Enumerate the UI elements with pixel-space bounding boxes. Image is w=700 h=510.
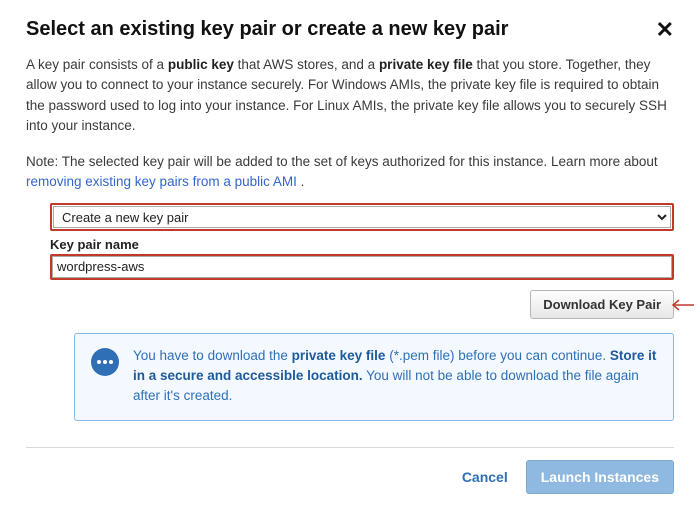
- keypair-action-select[interactable]: Create a new key pair: [53, 206, 671, 228]
- desc-part: A key pair consists of a: [26, 57, 168, 72]
- remove-keypairs-link[interactable]: removing existing key pairs from a publi…: [26, 174, 297, 189]
- keypair-modal: Select an existing key pair or create a …: [0, 0, 700, 510]
- select-highlight-annot: Create a new key pair: [50, 203, 674, 231]
- keypair-name-input[interactable]: [52, 256, 672, 278]
- modal-header: Select an existing key pair or create a …: [26, 18, 674, 41]
- modal-footer: Cancel Launch Instances: [26, 460, 674, 494]
- cancel-button[interactable]: Cancel: [462, 469, 508, 485]
- desc-part: that AWS stores, and a: [234, 57, 379, 72]
- info-box: You have to download the private key fil…: [74, 333, 674, 422]
- keypair-name-label: Key pair name: [50, 237, 674, 252]
- desc-bold-private-key-file: private key file: [379, 57, 473, 72]
- info-text: You have to download the private key fil…: [133, 346, 659, 407]
- info-icon: [91, 348, 119, 376]
- download-row: Download Key Pair: [50, 290, 674, 319]
- download-keypair-button[interactable]: Download Key Pair: [530, 290, 674, 319]
- note-part: Note: The selected key pair will be adde…: [26, 154, 658, 169]
- note-period: .: [297, 174, 305, 189]
- description-text: A key pair consists of a public key that…: [26, 55, 674, 136]
- keypair-fields: Create a new key pair Key pair name Down…: [50, 203, 674, 422]
- info-part: (*.pem file) before you can continue.: [385, 348, 609, 363]
- info-bold-private-key-file: private key file: [292, 348, 386, 363]
- launch-instances-button[interactable]: Launch Instances: [526, 460, 674, 494]
- note-text: Note: The selected key pair will be adde…: [26, 152, 674, 193]
- close-icon[interactable]: ✕: [656, 19, 674, 41]
- separator: [26, 447, 674, 448]
- input-highlight-annot: [50, 254, 674, 280]
- desc-bold-public-key: public key: [168, 57, 234, 72]
- info-part: You have to download the: [133, 348, 292, 363]
- modal-title: Select an existing key pair or create a …: [26, 18, 508, 41]
